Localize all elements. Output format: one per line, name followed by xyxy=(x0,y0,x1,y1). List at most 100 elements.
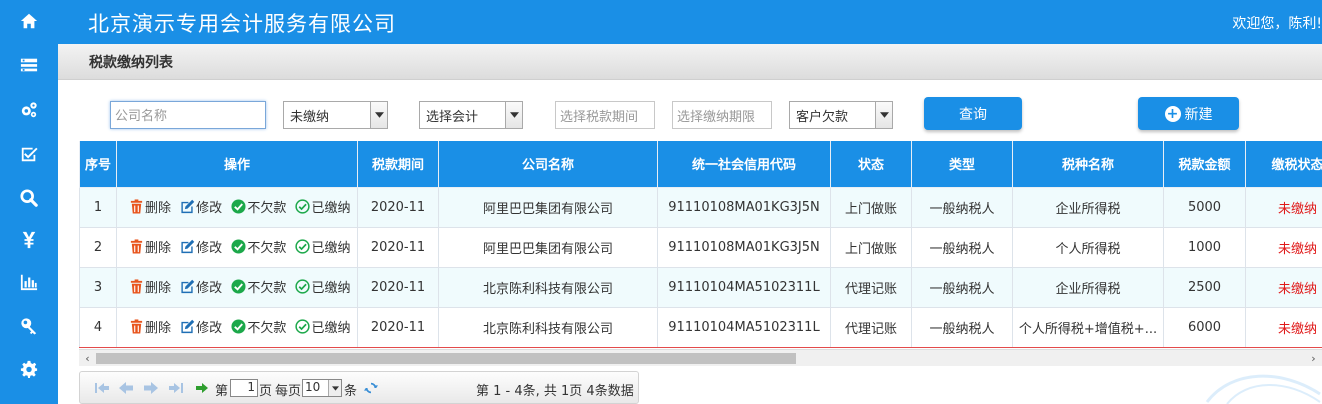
edit-action[interactable]: 修改 xyxy=(180,237,222,256)
cell-amount: 6000 xyxy=(1163,306,1246,348)
no-debt-label: 不欠款 xyxy=(247,280,287,296)
page-number-input[interactable]: 1 xyxy=(230,379,258,397)
sidebar xyxy=(0,0,58,404)
cell-status: 代理记账 xyxy=(830,306,912,348)
header-status[interactable]: 状态 xyxy=(830,141,912,188)
table-row[interactable]: 2 删除 修改 不欠款 已缴纳 2020-11 阿里巴巴集团有限公司 91110… xyxy=(79,226,1322,268)
trash-icon xyxy=(130,318,143,334)
scrollbar-thumb[interactable] xyxy=(96,353,796,364)
page-suffix: 页 xyxy=(259,384,273,399)
home-icon[interactable] xyxy=(0,6,58,36)
no-debt-action[interactable]: 不欠款 xyxy=(231,317,286,336)
first-page-icon[interactable] xyxy=(94,381,110,395)
header-period[interactable]: 税款期间 xyxy=(357,141,439,188)
check-circle-icon xyxy=(231,318,246,334)
prev-page-icon[interactable] xyxy=(118,381,134,395)
go-arrow-icon[interactable] xyxy=(194,381,210,395)
cell-credit-code: 91110108MA01KG3J5N xyxy=(657,186,831,228)
cell-actions: 删除 修改 不欠款 已缴纳 xyxy=(116,226,358,268)
header-no[interactable]: 序号 xyxy=(79,141,117,188)
cell-pay-status: 未缴纳 xyxy=(1245,186,1322,228)
refresh-icon[interactable] xyxy=(363,381,379,395)
cell-no: 2 xyxy=(79,226,117,268)
header-tax-name[interactable]: 税种名称 xyxy=(1012,141,1164,188)
edit-label: 修改 xyxy=(196,320,223,336)
horizontal-scrollbar[interactable]: ‹ › xyxy=(79,349,1322,366)
table-row[interactable]: 4 删除 修改 不欠款 已缴纳 2020-11 北京陈利科技有限公司 91110… xyxy=(79,306,1322,348)
no-debt-action[interactable]: 不欠款 xyxy=(231,277,286,296)
check-circle-outline-icon xyxy=(295,318,311,334)
header-type[interactable]: 类型 xyxy=(911,141,1013,188)
cell-no: 3 xyxy=(79,266,117,308)
yuan-icon[interactable] xyxy=(0,225,58,255)
paid-action[interactable]: 已缴纳 xyxy=(295,317,350,336)
paid-label: 已缴纳 xyxy=(311,200,351,216)
check-circle-outline-icon xyxy=(295,198,311,214)
delete-action[interactable]: 删除 xyxy=(129,277,171,296)
customer-debt-select[interactable]: 客户欠款 xyxy=(789,101,893,129)
delete-action[interactable]: 删除 xyxy=(129,197,171,216)
cell-company: 北京陈利科技有限公司 xyxy=(438,266,658,308)
cell-amount: 5000 xyxy=(1163,186,1246,228)
paid-action[interactable]: 已缴纳 xyxy=(295,277,350,296)
search-icon[interactable] xyxy=(0,183,58,213)
pager-summary: 第 1 - 4条, 共 1页 4条数据 xyxy=(476,384,634,399)
table-row[interactable]: 3 删除 修改 不欠款 已缴纳 2020-11 北京陈利科技有限公司 91110… xyxy=(79,266,1322,308)
edit-action[interactable]: 修改 xyxy=(180,197,222,216)
search-button[interactable]: 查询 xyxy=(924,97,1022,130)
paid-action[interactable]: 已缴纳 xyxy=(295,237,350,256)
trash-icon xyxy=(130,238,143,254)
payment-deadline-input[interactable]: 选择缴纳期限 xyxy=(672,101,772,129)
header-amount[interactable]: 税款金额 xyxy=(1163,141,1246,188)
gear-icon[interactable] xyxy=(0,354,58,384)
check-circle-icon xyxy=(231,198,246,214)
chevron-down-icon xyxy=(505,102,522,128)
page-size-select[interactable]: 10 xyxy=(302,379,342,397)
header-credit-code[interactable]: 统一社会信用代码 xyxy=(657,141,831,188)
new-button[interactable]: + 新建 xyxy=(1138,97,1239,130)
payment-status-select[interactable]: 未缴纳 xyxy=(283,101,388,129)
cell-type: 一般纳税人 xyxy=(911,186,1013,228)
next-page-icon[interactable] xyxy=(143,381,159,395)
pagination-bar: 第 1 页 每页 10 条 第 1 - 4条, 共 1页 4条数据 xyxy=(79,371,639,404)
tax-period-input[interactable]: 选择税款期间 xyxy=(555,101,655,129)
header-pay-status[interactable]: 缴税状态 xyxy=(1245,141,1322,188)
no-debt-action[interactable]: 不欠款 xyxy=(231,237,286,256)
delete-label: 删除 xyxy=(145,240,172,256)
cell-company: 阿里巴巴集团有限公司 xyxy=(438,186,658,228)
welcome-text[interactable]: 欢迎您，陈利! xyxy=(1232,13,1322,33)
chart-icon[interactable] xyxy=(0,267,58,297)
edit-icon xyxy=(181,279,195,293)
edit-action[interactable]: 修改 xyxy=(180,277,222,296)
check-circle-outline-icon xyxy=(295,238,311,254)
cell-tax-name: 企业所得税 xyxy=(1012,186,1164,228)
table-header-row: 序号 操作 税款期间 公司名称 统一社会信用代码 状态 类型 税种名称 税款金额… xyxy=(79,141,1322,188)
last-page-icon[interactable] xyxy=(168,381,184,395)
chevron-down-icon xyxy=(328,380,341,396)
table-row[interactable]: 1 删除 修改 不欠款 已缴纳 2020-11 阿里巴巴集团有限公司 91110… xyxy=(79,186,1322,228)
search-button-label: 查询 xyxy=(959,106,987,123)
header-company[interactable]: 公司名称 xyxy=(438,141,658,188)
company-name-input[interactable]: 公司名称 xyxy=(110,101,266,129)
accountant-select[interactable]: 选择会计 xyxy=(419,101,523,129)
header-actions[interactable]: 操作 xyxy=(116,141,358,188)
check-icon[interactable] xyxy=(0,139,58,169)
delete-action[interactable]: 删除 xyxy=(129,237,171,256)
check-circle-icon xyxy=(231,278,246,294)
paid-label: 已缴纳 xyxy=(311,320,351,336)
page-title-bar: 税款缴纳列表 xyxy=(58,44,1322,80)
delete-action[interactable]: 删除 xyxy=(129,317,171,336)
cell-company: 阿里巴巴集团有限公司 xyxy=(438,226,658,268)
no-debt-action[interactable]: 不欠款 xyxy=(231,197,286,216)
scroll-left-icon[interactable]: ‹ xyxy=(79,352,96,365)
delete-label: 删除 xyxy=(145,320,172,336)
trash-icon xyxy=(130,198,143,214)
cell-actions: 删除 修改 不欠款 已缴纳 xyxy=(116,306,358,348)
cogs-icon[interactable] xyxy=(0,95,58,125)
edit-action[interactable]: 修改 xyxy=(180,317,222,336)
wrench-icon[interactable] xyxy=(0,311,58,341)
paid-action[interactable]: 已缴纳 xyxy=(295,197,350,216)
list-icon[interactable] xyxy=(0,50,58,80)
decorative-swirl xyxy=(1205,374,1321,404)
accountant-value: 选择会计 xyxy=(426,110,479,125)
